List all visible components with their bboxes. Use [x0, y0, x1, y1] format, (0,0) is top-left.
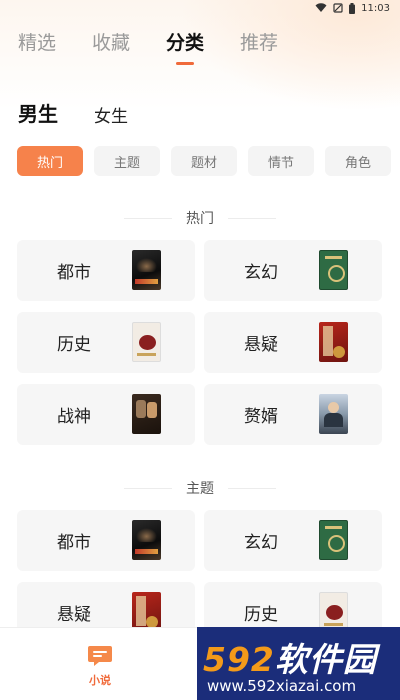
divider — [228, 217, 276, 219]
category-label: 赘婿 — [244, 407, 278, 427]
category-label: 玄幻 — [244, 263, 278, 283]
category-label: 都市 — [57, 263, 91, 283]
wifi-icon — [315, 3, 327, 12]
gender-male-tab[interactable]: 男生 — [18, 98, 58, 127]
category-card-xuanhuan[interactable]: 玄幻 — [204, 510, 382, 571]
top-tab-bar: 精选 收藏 分类 推荐 — [18, 28, 278, 55]
status-time: 11:03 — [361, 2, 390, 14]
gender-female-tab[interactable]: 女生 — [94, 102, 128, 127]
nav-novel[interactable]: 小说 — [85, 644, 115, 688]
status-bar: 11:03 — [0, 0, 400, 16]
category-label: 战神 — [57, 407, 91, 427]
book-cover-image — [132, 322, 161, 362]
watermark-logo: 592软件园 — [203, 633, 377, 681]
category-label: 历史 — [57, 335, 91, 355]
gender-switch: 男生 女生 — [18, 98, 128, 127]
book-cover-image — [132, 592, 161, 632]
category-card-zhuixu[interactable]: 赘婿 — [204, 384, 382, 445]
book-cover-image — [319, 394, 348, 434]
category-card-dushi[interactable]: 都市 — [17, 510, 195, 571]
sim-card-icon — [333, 3, 343, 13]
chip-subject[interactable]: 题材 — [171, 146, 237, 176]
chip-plot[interactable]: 情节 — [248, 146, 314, 176]
book-cover-image — [319, 592, 348, 632]
watermark: 592软件园 www.592xiazai.com — [197, 627, 400, 700]
section-title-theme: 主题 — [0, 478, 400, 498]
book-cover-image — [319, 250, 348, 290]
category-card-xuanyi[interactable]: 悬疑 — [204, 312, 382, 373]
chip-hot[interactable]: 热门 — [17, 146, 83, 176]
watermark-logo-text: 软件园 — [274, 640, 377, 679]
category-card-lishi[interactable]: 历史 — [17, 312, 195, 373]
nav-novel-label: 小说 — [89, 674, 111, 687]
category-grid-theme: 都市 玄幻 悬疑 历史 — [17, 510, 382, 643]
book-cover-image — [319, 520, 348, 560]
tab-recommended[interactable]: 推荐 — [240, 28, 278, 55]
category-label: 玄幻 — [244, 533, 278, 553]
category-label: 悬疑 — [244, 335, 278, 355]
category-card-zhanshen[interactable]: 战神 — [17, 384, 195, 445]
category-card-dushi[interactable]: 都市 — [17, 240, 195, 301]
book-message-icon — [88, 646, 112, 666]
watermark-logo-digits: 592 — [203, 640, 275, 679]
watermark-url: www.592xiazai.com — [207, 677, 357, 695]
book-cover-image — [132, 520, 161, 560]
tab-favorites[interactable]: 收藏 — [92, 28, 130, 55]
chip-role[interactable]: 角色 — [325, 146, 391, 176]
category-filter-chips: 热门 主题 题材 情节 角色 — [17, 146, 400, 176]
book-cover-image — [132, 250, 161, 290]
divider — [228, 487, 276, 489]
book-cover-image — [132, 394, 161, 434]
category-label: 悬疑 — [57, 605, 91, 625]
book-cover-image — [319, 322, 348, 362]
section-heading: 热门 — [186, 211, 214, 227]
section-title-hot: 热门 — [0, 208, 400, 228]
divider — [124, 217, 172, 219]
category-grid-hot: 都市 玄幻 历史 悬疑 战神 赘婿 — [17, 240, 382, 445]
battery-icon — [349, 2, 356, 14]
category-card-xuanhuan[interactable]: 玄幻 — [204, 240, 382, 301]
header-background — [0, 0, 400, 110]
tab-featured[interactable]: 精选 — [18, 28, 56, 55]
divider — [124, 487, 172, 489]
section-heading: 主题 — [186, 481, 214, 497]
tab-categories[interactable]: 分类 — [166, 28, 204, 55]
category-label: 都市 — [57, 533, 91, 553]
chip-theme[interactable]: 主题 — [94, 146, 160, 176]
category-label: 历史 — [244, 605, 278, 625]
